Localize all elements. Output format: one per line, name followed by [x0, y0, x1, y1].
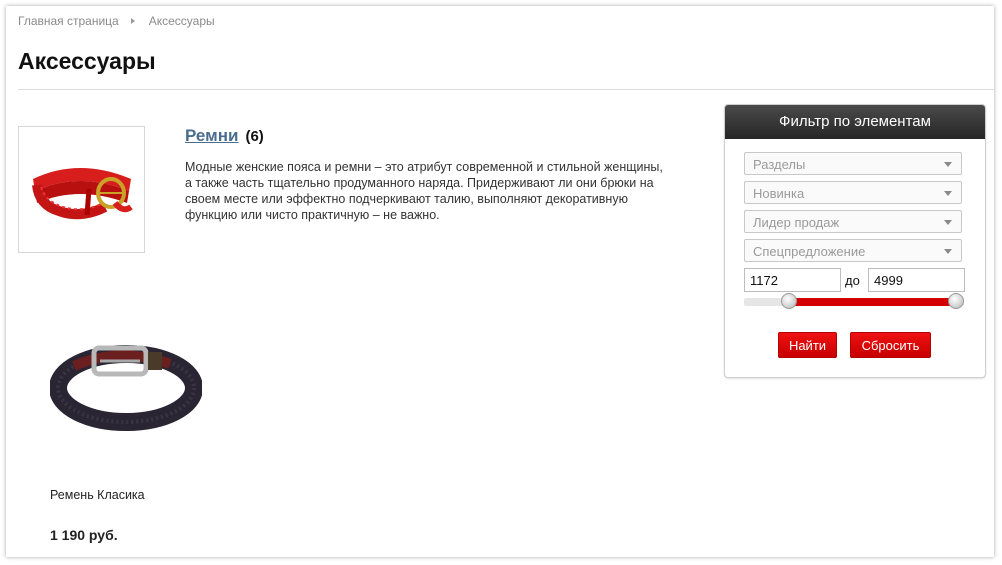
price-to-input[interactable] [868, 268, 965, 292]
breadcrumb-current: Аксессуары [148, 14, 215, 28]
breadcrumb: Главная страница Аксессуары [18, 14, 215, 28]
product-image[interactable] [49, 326, 203, 436]
title-divider [18, 89, 994, 90]
category-thumbnail[interactable] [18, 126, 145, 253]
bestseller-select-label: Лидер продаж [753, 215, 840, 230]
chevron-down-icon [944, 162, 952, 167]
red-belt-image [32, 168, 133, 220]
find-button[interactable]: Найти [778, 332, 837, 358]
reset-button[interactable]: Сбросить [850, 332, 931, 358]
page-title: Аксессуары [18, 48, 156, 74]
chevron-down-icon [944, 220, 952, 225]
price-slider-max-handle[interactable] [948, 293, 964, 309]
new-select-label: Новинка [753, 186, 805, 201]
page-frame: Главная страница Аксессуары Аксессуары Р… [6, 6, 994, 557]
category-link[interactable]: Ремни [185, 126, 238, 146]
breadcrumb-home-link[interactable]: Главная страница [18, 14, 119, 28]
category-description: Модные женские пояса и ремни – это атриб… [185, 160, 663, 222]
filter-panel: Фильтр по элементам Разделы Новинка Лиде… [724, 104, 986, 378]
product-price: 1 190 руб. [50, 527, 118, 543]
chevron-down-icon [944, 249, 952, 254]
category-heading: Ремни (6) [185, 126, 264, 146]
category-count: (6) [245, 128, 264, 145]
dark-belt-image [49, 345, 203, 431]
price-from-input[interactable] [744, 268, 841, 292]
chevron-down-icon [944, 191, 952, 196]
sections-select-label: Разделы [753, 157, 806, 172]
special-offer-select-label: Спецпредложение [753, 244, 866, 259]
price-slider-range [788, 298, 956, 306]
price-slider[interactable] [744, 293, 964, 309]
price-slider-min-handle[interactable] [780, 293, 797, 309]
sections-select[interactable]: Разделы [744, 152, 962, 175]
product-name[interactable]: Ремень Класика [50, 488, 145, 502]
new-select[interactable]: Новинка [744, 181, 962, 204]
filter-title: Фильтр по элементам [725, 105, 985, 139]
special-offer-select[interactable]: Спецпредложение [744, 239, 962, 262]
breadcrumb-arrow-icon [130, 18, 135, 24]
price-separator: до [845, 273, 860, 288]
bestseller-select[interactable]: Лидер продаж [744, 210, 962, 233]
